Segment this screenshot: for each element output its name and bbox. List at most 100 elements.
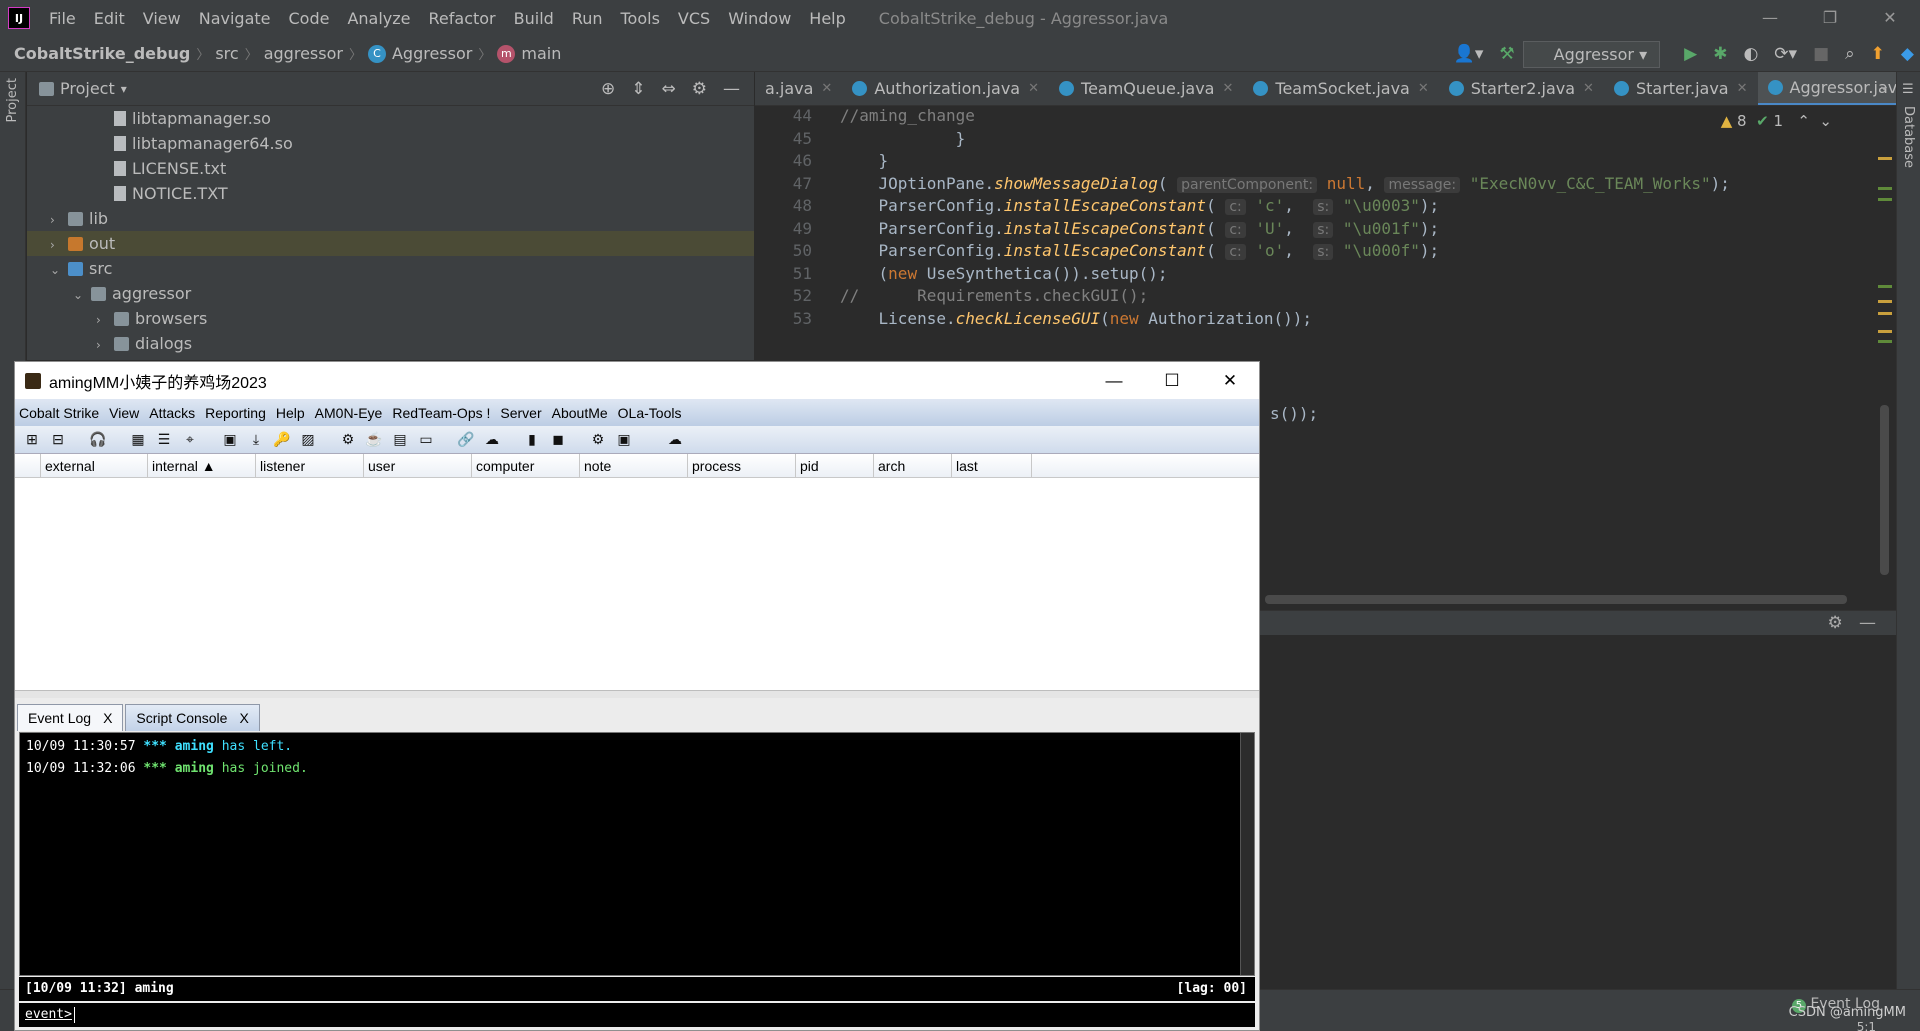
- menu-vcs[interactable]: VCS: [669, 9, 719, 28]
- project-panel-title[interactable]: Project: [60, 79, 115, 98]
- cs-menu-cobalt-strike[interactable]: Cobalt Strike: [15, 405, 105, 421]
- disconnect-icon[interactable]: ⊟: [48, 430, 68, 450]
- code-line[interactable]: License.checkLicenseGUI(new Authorizatio…: [840, 305, 1313, 332]
- tree-arrow-icon[interactable]: ›: [96, 308, 114, 333]
- user-icon[interactable]: 👤▾: [1454, 44, 1484, 64]
- toolbox-icon[interactable]: ◆: [1901, 44, 1914, 64]
- expand-all-icon[interactable]: ⇕: [631, 79, 645, 99]
- inspection-widget[interactable]: ▲ 8 ✔ 1 ⌃ ⌄: [1721, 112, 1832, 130]
- tree-item-notice-txt[interactable]: NOTICE.TXT: [27, 181, 754, 206]
- java-applet-cup-icon[interactable]: ☕: [364, 430, 384, 450]
- column-header-process[interactable]: process: [688, 454, 796, 477]
- tree-item-src[interactable]: ⌄ src: [27, 256, 754, 281]
- web-delivery-terminal-icon[interactable]: ▭: [416, 430, 436, 450]
- cs-maximize-icon[interactable]: ☐: [1143, 371, 1201, 391]
- cs-tab-event-log[interactable]: Event Log X: [17, 704, 124, 731]
- run-config-select[interactable]: Aggressor ▾: [1522, 40, 1661, 68]
- column-header-external[interactable]: external: [41, 454, 148, 477]
- panel-settings-icon[interactable]: ⚙: [1828, 613, 1843, 633]
- build-hammer-icon[interactable]: ⚒: [1499, 44, 1514, 64]
- breadcrumb-aggressor[interactable]: aggressor: [258, 44, 349, 63]
- keystrokes-key-icon[interactable]: 🔑: [272, 430, 292, 450]
- close-icon[interactable]: ✕: [1860, 0, 1920, 36]
- tab-close-icon[interactable]: ✕: [1222, 81, 1233, 96]
- breadcrumb-method[interactable]: m main: [491, 44, 567, 64]
- cs-tab-script-console[interactable]: Script Console X: [125, 704, 260, 731]
- tree-item-browsers[interactable]: › browsers: [27, 306, 754, 331]
- tree-item-license-txt[interactable]: LICENSE.txt: [27, 156, 754, 181]
- column-header-icon[interactable]: [15, 454, 41, 477]
- tree-item-out[interactable]: › out: [27, 231, 754, 256]
- tab-list-chevron-icon[interactable]: ⌄: [1878, 78, 1890, 94]
- tree-arrow-icon[interactable]: ›: [96, 333, 114, 358]
- coverage-icon[interactable]: ◐: [1743, 44, 1758, 64]
- cs-menu-redteam-ops-[interactable]: RedTeam-Ops !: [388, 405, 496, 421]
- pivot-graph-icon[interactable]: ▦: [128, 430, 148, 450]
- database-tool-tab[interactable]: Database: [1901, 106, 1916, 168]
- event-log-console[interactable]: 10/09 11:30:57 *** aming has left. 10/09 …: [19, 732, 1255, 976]
- tab-a-java[interactable]: a.java ✕: [755, 72, 842, 105]
- profile-icon[interactable]: ⟳▾: [1774, 44, 1797, 64]
- menu-run[interactable]: Run: [563, 9, 612, 28]
- debug-icon[interactable]: ✱: [1713, 44, 1727, 64]
- downloads-icon[interactable]: ⤓: [246, 430, 266, 450]
- column-header-pid[interactable]: pid: [796, 454, 874, 477]
- tree-item-libtapmanager64-so[interactable]: libtapmanager64.so: [27, 131, 754, 156]
- cs-menu-ola-tools[interactable]: OLa-Tools: [614, 405, 688, 421]
- menu-view[interactable]: View: [134, 9, 190, 28]
- event-command-input[interactable]: event>: [19, 1003, 1255, 1027]
- tree-arrow-icon[interactable]: ›: [50, 208, 68, 233]
- cs-minimize-icon[interactable]: —: [1085, 371, 1143, 391]
- breadcrumb-project[interactable]: CobaltStrike_debug: [0, 44, 196, 63]
- tree-item-lib[interactable]: › lib: [27, 206, 754, 231]
- menu-file[interactable]: File: [40, 9, 85, 28]
- column-header-arch[interactable]: arch: [874, 454, 952, 477]
- column-header-listener[interactable]: listener: [256, 454, 364, 477]
- cs-tab-close-icon[interactable]: X: [239, 710, 248, 726]
- stop-icon[interactable]: ■: [1813, 44, 1829, 64]
- office-macro-doc-icon[interactable]: ▤: [390, 430, 410, 450]
- tree-item-aggressor[interactable]: ⌄ aggressor: [27, 281, 754, 306]
- host-file-link-icon[interactable]: 🔗: [456, 430, 476, 450]
- restore-icon[interactable]: ❐: [1800, 0, 1860, 36]
- tab-close-icon[interactable]: ✕: [1418, 81, 1429, 96]
- caret-position[interactable]: 5:1: [1857, 1020, 1876, 1031]
- editor-horizontal-scrollbar[interactable]: [1265, 595, 1847, 604]
- menu-help[interactable]: Help: [800, 9, 854, 28]
- tab-close-icon[interactable]: ✕: [1737, 81, 1748, 96]
- screenshots-image-icon[interactable]: ▨: [298, 430, 318, 450]
- run-icon[interactable]: ▶: [1684, 44, 1697, 64]
- cs-tab-close-icon[interactable]: X: [103, 710, 112, 726]
- new-connection-icon[interactable]: ⊞: [22, 430, 42, 450]
- hide-panel-icon[interactable]: —: [723, 79, 740, 99]
- tree-arrow-icon[interactable]: ⌄: [50, 258, 68, 283]
- collapse-all-icon[interactable]: ⇔: [662, 79, 676, 99]
- column-header-user[interactable]: user: [364, 454, 472, 477]
- tree-item-dialogs[interactable]: › dialogs: [27, 331, 754, 356]
- project-tool-tab[interactable]: Project: [5, 78, 20, 122]
- cs-menu-server[interactable]: Server: [496, 405, 547, 421]
- menu-window[interactable]: Window: [719, 9, 800, 28]
- cs-menu-am0n-eye[interactable]: AM0N-Eye: [311, 405, 389, 421]
- menu-navigate[interactable]: Navigate: [190, 9, 280, 28]
- tree-arrow-icon[interactable]: ›: [50, 233, 68, 258]
- cs-menu-attacks[interactable]: Attacks: [145, 405, 201, 421]
- minimize-icon[interactable]: —: [1740, 0, 1800, 36]
- session-table-icon[interactable]: ☰: [154, 430, 174, 450]
- tab-aggressor-java[interactable]: Aggressor.java✕: [1757, 72, 1896, 105]
- menu-build[interactable]: Build: [505, 9, 563, 28]
- menu-edit[interactable]: Edit: [85, 9, 134, 28]
- help-book-icon[interactable]: ▮: [522, 430, 542, 450]
- about-box-icon[interactable]: ◼: [548, 430, 568, 450]
- tab-teamsocket-java[interactable]: TeamSocket.java ✕: [1243, 72, 1438, 105]
- breadcrumb-src[interactable]: src: [209, 44, 244, 63]
- editor-vertical-scrollbar[interactable]: [1880, 405, 1889, 575]
- column-header-internal[interactable]: internal ▲: [148, 454, 256, 477]
- menu-code[interactable]: Code: [280, 9, 339, 28]
- cs-menu-reporting[interactable]: Reporting: [201, 405, 272, 421]
- search-icon[interactable]: ⌕: [1845, 44, 1855, 64]
- cs-close-icon[interactable]: ✕: [1201, 371, 1259, 391]
- cs-menu-help[interactable]: Help: [272, 405, 311, 421]
- column-header-note[interactable]: note: [580, 454, 688, 477]
- payload-generator-gear-icon[interactable]: ⚙: [338, 430, 358, 450]
